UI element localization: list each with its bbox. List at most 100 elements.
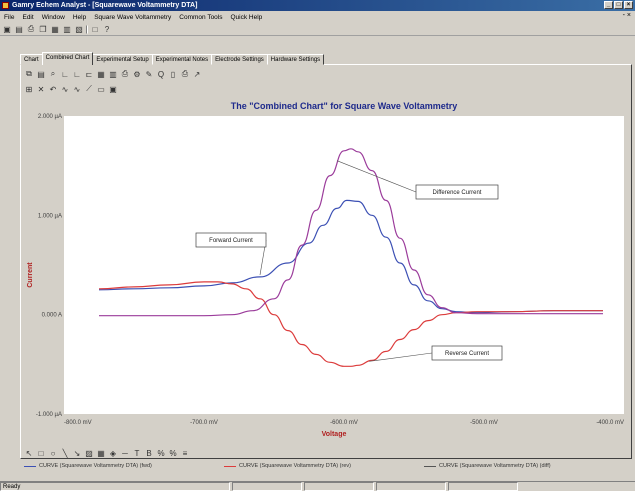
marker-icon[interactable]: ✎ [144,69,154,79]
rect-icon[interactable]: □ [36,449,46,459]
menu-bar: File Edit Window Help Square Wave Voltam… [0,11,635,23]
toolbar-separator [86,24,88,34]
ellipse-icon[interactable]: ○ [48,449,58,459]
image-icon[interactable]: ▨ [84,449,94,459]
x-axis-label: Voltage [322,431,347,438]
chart-icon[interactable]: ▥ [62,24,72,34]
maximize-button[interactable]: □ [614,1,623,9]
app-window: Gamry Echem Analyst - [Squarewave Voltam… [0,0,635,491]
text-tool-icon[interactable]: T [132,449,142,459]
mdi-close-icon[interactable]: - × [623,12,631,19]
legend-swatch-fwd [24,465,36,467]
doc-icon[interactable]: ▯ [168,69,178,79]
axis-2-icon[interactable]: ∟ [72,69,82,79]
cut-icon[interactable]: ✕ [36,84,46,94]
legend-item-diff[interactable]: CURVE (Squarewave Voltammetry DTA) (diff… [424,463,624,469]
fill-icon[interactable]: ◈ [108,449,118,459]
close-button[interactable]: × [624,1,633,9]
minimize-button[interactable]: _ [604,1,613,9]
pointer-icon[interactable]: ↗ [192,69,202,79]
legend-label-diff: CURVE (Squarewave Voltammetry DTA) (diff… [439,463,551,469]
y-tick-label: -1.000 µA [36,412,62,418]
line-icon[interactable]: ⟋ [84,84,94,94]
legend-item-fwd[interactable]: CURVE (Squarewave Voltammetry DTA) (fwd) [24,463,224,469]
main-toolbar: ▣ ▤ ⎙ ❐ ▦ ▥ ▧ □ ? [0,23,635,36]
table-icon[interactable]: ▧ [74,24,84,34]
layout-icon[interactable]: ▤ [36,69,46,79]
chart-toolbar-1: ⧉ ▤ ⌕ ∟ ∟ ⊏ ▦ ▥ ⎙ ⚙ ✎ Q ▯ ⎙ ↗ [24,68,202,80]
percent-2-icon[interactable]: % [168,449,178,459]
combined-chart[interactable]: The "Combined Chart" for Square Wave Vol… [24,96,630,448]
legend-swatch-rev [224,465,236,467]
cursor-toolbar: ↖ □ ○ ╲ ↘ ▨ ▦ ◈ ─ T B % % ≡ [24,448,190,459]
axis-icon[interactable]: ∟ [60,69,70,79]
line-tool-icon[interactable]: ╲ [60,449,70,459]
tab-electrode-settings[interactable]: Electrode Settings [211,54,268,65]
window-controls: _ □ × [604,1,633,9]
help-pointer-icon[interactable]: ? [102,24,112,34]
menu-edit[interactable]: Edit [22,14,33,21]
line-style-icon[interactable]: ─ [120,449,130,459]
tab-chart[interactable]: Chart [20,54,43,65]
status-cell-2 [232,482,302,491]
menu-quick-help[interactable]: Quick Help [231,14,263,21]
bold-icon[interactable]: B [144,449,154,459]
y-axis-label: Current [27,262,34,288]
tab-combined-chart[interactable]: Combined Chart [41,52,94,65]
print-chart-icon[interactable]: ⎙ [120,69,130,79]
difference-current-callout-label: Difference Current [433,190,482,196]
magnify-icon[interactable]: Q [156,69,166,79]
menu-common-tools[interactable]: Common Tools [179,14,222,21]
print-icon[interactable]: ⎙ [26,24,36,34]
axis-3-icon[interactable]: ⊏ [84,69,94,79]
x-tick-label: -800.0 mV [64,420,92,426]
legend-item-rev[interactable]: CURVE (Squarewave Voltammetry DTA) (rev) [224,463,424,469]
tab-experimental-notes[interactable]: Experimental Notes [151,54,213,65]
x-tick-label: -500.0 mV [470,420,498,426]
frame-icon[interactable]: ⊞ [24,84,34,94]
align-icon[interactable]: ≡ [180,449,190,459]
select-arrow-icon[interactable]: ↖ [24,449,34,459]
title-bar: Gamry Echem Analyst - [Squarewave Voltam… [0,0,635,11]
app-icon [2,2,9,9]
tab-strip: Chart Combined Chart Experimental Setup … [20,52,325,65]
disk-icon[interactable]: ▣ [108,84,118,94]
status-bar: Ready [0,481,635,491]
folder-icon[interactable]: ▭ [96,84,106,94]
copy-icon[interactable]: ❐ [38,24,48,34]
menu-square-wave[interactable]: Square Wave Voltammetry [94,14,171,21]
grid-tool-icon[interactable]: ▦ [96,449,106,459]
chart-toolbar-2: ⊞ ✕ ↶ ∿ ∿ ⟋ ▭ ▣ [24,83,118,95]
settings-icon[interactable]: ⚙ [132,69,142,79]
undo-icon[interactable]: ↶ [48,84,58,94]
status-cell-4 [376,482,446,491]
tab-hardware-settings[interactable]: Hardware Settings [266,54,325,65]
x-tick-label: -600.0 mV [330,420,358,426]
forward-current-callout-label: Forward Current [209,238,253,244]
status-text: Ready [0,482,230,491]
menu-file[interactable]: File [4,14,14,21]
fit-icon[interactable]: ∿ [72,84,82,94]
window-icon[interactable]: □ [90,24,100,34]
tab-experimental-setup[interactable]: Experimental Setup [92,54,153,65]
status-cell-5 [448,482,518,491]
table-view-icon[interactable]: ▦ [96,69,106,79]
open-icon[interactable]: ▤ [14,24,24,34]
y-tick-label: 2.000 µA [38,114,62,120]
menu-help[interactable]: Help [73,14,86,21]
arrow-tool-icon[interactable]: ↘ [72,449,82,459]
chart-area[interactable]: The "Combined Chart" for Square Wave Vol… [24,96,630,448]
zoom-dropdown-icon[interactable]: ⌕ [48,69,58,79]
bar-view-icon[interactable]: ▥ [108,69,118,79]
legend-swatch-diff [424,465,436,467]
legend-bar: CURVE (Squarewave Voltammetry DTA) (fwd)… [24,460,630,472]
copy-chart-icon[interactable]: ⧉ [24,69,34,79]
percent-icon[interactable]: % [156,449,166,459]
legend-label-rev: CURVE (Squarewave Voltammetry DTA) (rev) [239,463,351,469]
curve-icon[interactable]: ∿ [60,84,70,94]
print-2-icon[interactable]: ⎙ [180,69,190,79]
save-icon[interactable]: ▣ [2,24,12,34]
grid-icon[interactable]: ▦ [50,24,60,34]
reverse-current-callout-label: Reverse Current [445,351,489,357]
menu-window[interactable]: Window [42,14,65,21]
